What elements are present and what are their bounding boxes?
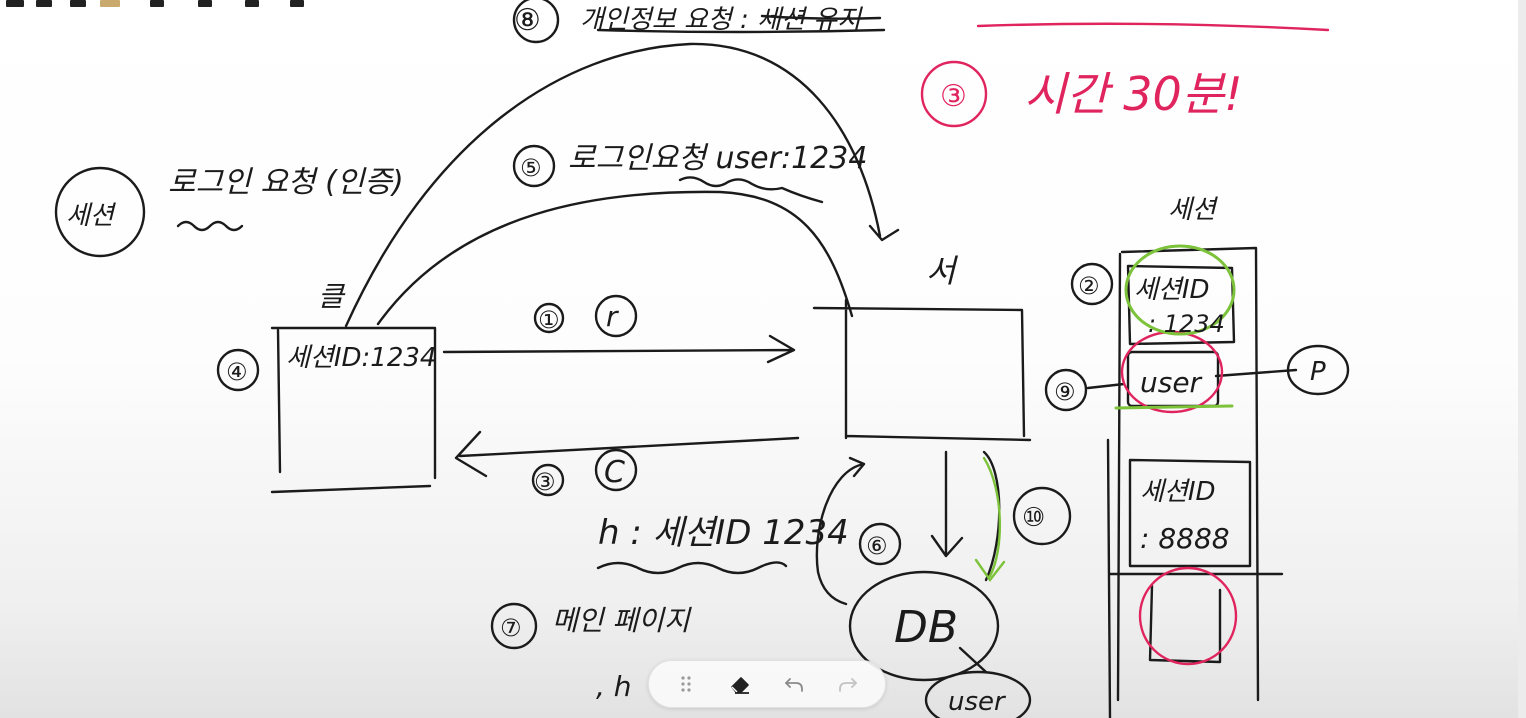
step3-letter: C xyxy=(604,455,625,490)
client-box-text: 세션ID:1234 xyxy=(286,343,436,373)
step1-number: ① xyxy=(538,306,560,334)
server-to-db-arrow xyxy=(930,450,964,558)
step5-underline xyxy=(678,176,824,204)
red-underline xyxy=(976,22,1330,32)
header-text: h : 세션ID 1234 xyxy=(598,513,849,553)
store-entry1-key: 세션ID xyxy=(1134,275,1210,305)
step8-number: ⑧ xyxy=(514,3,541,38)
store-empty-box xyxy=(1148,584,1222,664)
whiteboard-canvas[interactable]: ⑧ 개인정보 요청 : 세션 유지 세션 로그인 요청 (인증) 클 세션ID:… xyxy=(0,0,1526,718)
step7-sub: , h xyxy=(596,670,632,703)
redo-icon[interactable] xyxy=(830,666,866,702)
store-label: 세션 xyxy=(1168,195,1219,225)
step3-number: ③ xyxy=(534,468,556,496)
store-entry1-value: : 1234 xyxy=(1148,310,1225,338)
db-user-label: user xyxy=(948,687,1007,717)
time-note-text: 시간 30분! xyxy=(1024,67,1243,121)
right-scroll-edge xyxy=(1518,0,1526,718)
step4-number: ④ xyxy=(226,358,248,386)
store-user-label: user xyxy=(1140,366,1203,399)
header-underline xyxy=(596,561,788,575)
step2-number: ② xyxy=(1078,272,1100,300)
undo-icon[interactable] xyxy=(776,666,812,702)
time-note-number: ③ xyxy=(940,79,967,114)
request-arrow xyxy=(442,334,796,364)
db-label: DB xyxy=(894,602,958,653)
client-label: 클 xyxy=(318,280,346,313)
drag-handle-icon[interactable] xyxy=(668,666,704,702)
login-request-label: 로그인 요청 (인증) xyxy=(168,165,404,200)
drawing-toolbar xyxy=(648,660,886,708)
server-box xyxy=(812,298,1032,442)
session-label: 세션 xyxy=(66,201,117,231)
store-entry2-key: 세션ID xyxy=(1140,477,1216,507)
step8-text: 개인정보 요청 : 세션 유지 xyxy=(580,5,863,35)
squiggle-underline xyxy=(176,220,244,232)
step5-text: 로그인요청 user:1234 xyxy=(568,141,867,176)
server-label: 서 xyxy=(926,252,959,290)
step10-number: ⑩ xyxy=(1022,503,1045,533)
step9-number: ⑨ xyxy=(1054,378,1076,406)
step5-number: ⑤ xyxy=(520,154,542,182)
store-entry2-value: : 8888 xyxy=(1140,522,1230,555)
step6-number: ⑥ xyxy=(866,532,888,560)
step8-arc xyxy=(344,42,900,328)
step7-number: ⑦ xyxy=(500,614,522,642)
p-label: P xyxy=(1310,357,1326,387)
eraser-icon[interactable] xyxy=(722,666,758,702)
step7-text: 메인 페이지 xyxy=(552,604,692,637)
step1-letter: r xyxy=(606,300,619,333)
